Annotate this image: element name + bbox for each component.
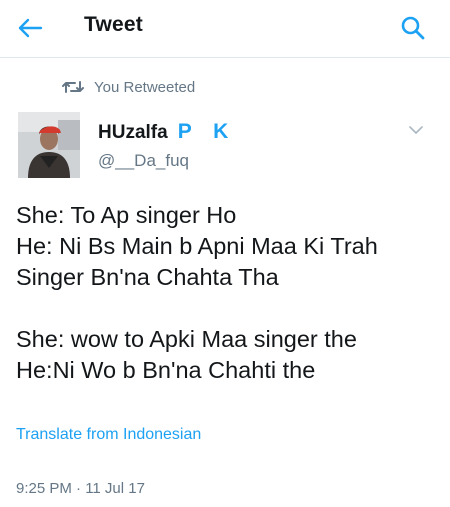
tweet-line: She: To Ap singer Ho: [16, 202, 237, 228]
retweet-icon: [62, 81, 84, 93]
back-button[interactable]: [14, 14, 46, 42]
arrow-left-icon: [18, 18, 43, 38]
search-icon: [401, 16, 425, 40]
top-bar: Tweet: [0, 0, 450, 58]
author-handle[interactable]: @__Da_fuq: [98, 151, 189, 171]
page-title: Tweet: [84, 13, 143, 36]
retweet-context: You Retweeted: [62, 76, 195, 98]
translate-link[interactable]: Translate from Indonesian: [16, 426, 201, 444]
search-button[interactable]: [396, 12, 430, 44]
tweet-line: He: Ni Bs Main b Apni Maa Ki Trah: [16, 233, 378, 259]
author-name-row[interactable]: HUzalfa P K: [98, 120, 236, 144]
tweet-line: He:Ni Wo b Bn'na Chahti the: [16, 357, 316, 383]
tweet-timestamp: 9:25 PM · 11 Jul 17: [16, 480, 145, 497]
tweet-line: She: wow to Apki Maa singer the: [16, 326, 357, 352]
avatar-image: [18, 112, 80, 178]
author-display-name: HUzalfa: [98, 122, 168, 143]
avatar[interactable]: [18, 112, 80, 178]
author-name-badge: P K: [177, 120, 237, 143]
tweet-line: Singer Bn'na Chahta Tha: [16, 264, 279, 290]
retweet-label: You Retweeted: [94, 78, 196, 96]
tweet-menu-button[interactable]: [404, 120, 428, 140]
chevron-down-icon: [409, 125, 423, 134]
tweet-text: She: To Ap singer Ho He: Ni Bs Main b Ap…: [16, 200, 441, 386]
